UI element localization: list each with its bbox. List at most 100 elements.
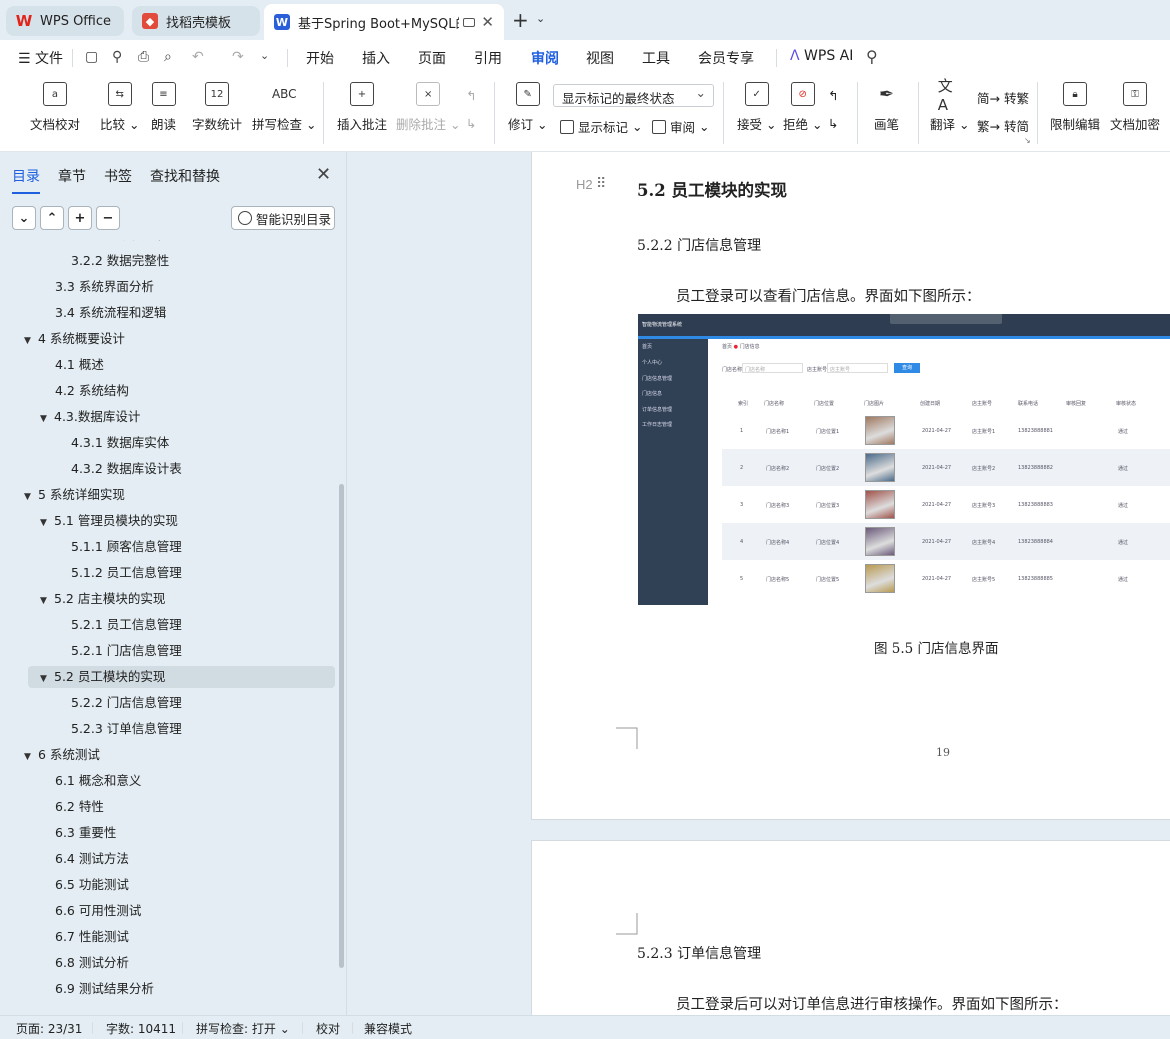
toc-item[interactable]: ▼ 5.2 员工模块的实现 — [28, 666, 335, 688]
heading-2[interactable]: 5.2 员工模块的实现 — [637, 177, 787, 201]
menu-member[interactable]: 会员专享 — [698, 48, 754, 68]
heading-3[interactable]: 5.2.2 门店信息管理 — [637, 235, 761, 255]
toc-item[interactable]: 6.3 重要性 — [55, 822, 116, 844]
toc-item[interactable]: ▼ 5.2 店主模块的实现 — [40, 588, 165, 610]
close-pane-icon[interactable]: ✕ — [316, 164, 331, 185]
restrict-editing-button[interactable]: 🔒︎ 限制编辑 — [1050, 82, 1100, 133]
expand-triangle-icon[interactable]: ▼ — [40, 512, 54, 534]
insert-comment-button[interactable]: + 插入批注 — [337, 82, 387, 133]
promote-heading-button[interactable]: + — [68, 206, 92, 230]
quick-access-more-icon[interactable]: ⌄ — [260, 49, 269, 62]
toc-item[interactable]: 6.2 特性 — [55, 796, 104, 818]
review-pane-button[interactable]: 审阅 ⌄ — [652, 117, 709, 136]
toc-item[interactable]: 5.2.1 门店信息管理 — [71, 640, 182, 662]
toc-item[interactable]: 6.5 功能测试 — [55, 874, 129, 896]
show-markup-button[interactable]: 显示标记 ⌄ — [560, 117, 642, 136]
toc-item[interactable]: 5.1.1 顾客信息管理 — [71, 536, 182, 558]
close-tab-icon[interactable]: ✕ — [481, 13, 494, 31]
menu-review[interactable]: 审阅 — [531, 48, 559, 77]
collapse-all-button[interactable]: ⌃ — [40, 206, 64, 230]
toc-item[interactable]: ▼ 4.3.数据库设计 — [40, 406, 140, 428]
toc-item[interactable]: 6.9 测试结果分析 — [55, 978, 154, 1000]
compat-mode-indicator[interactable]: 兼容模式 — [364, 1020, 412, 1037]
expand-triangle-icon[interactable]: ▼ — [24, 746, 38, 768]
nav-tab-toc[interactable]: 目录 — [12, 166, 40, 194]
next-change-icon[interactable]: ↳ — [828, 116, 838, 131]
toc-item[interactable]: 5.2.3 订单信息管理 — [71, 718, 182, 740]
file-menu[interactable]: ☰ 文件 — [18, 48, 63, 68]
prev-comment-icon[interactable]: ↰ — [466, 88, 476, 103]
expand-triangle-icon[interactable]: ▼ — [24, 330, 38, 352]
spell-check-button[interactable]: ABC 拼写检查 ⌄ — [252, 82, 316, 133]
next-comment-icon[interactable]: ↳ — [466, 116, 476, 131]
compare-button[interactable]: ⇆ 比较 ⌄ — [100, 82, 139, 133]
toc-item[interactable]: 6.6 可用性测试 — [55, 900, 141, 922]
tab-document[interactable]: W 基于Spring Boot+MySQL的 ✕ — [264, 4, 504, 40]
search-icon[interactable]: ⚲ — [866, 47, 878, 66]
expand-all-button[interactable]: ⌄ — [12, 206, 36, 230]
toc-item[interactable]: 3.2.1 系统安全性 — [71, 240, 169, 246]
prev-change-icon[interactable]: ↰ — [828, 88, 838, 103]
expand-triangle-icon[interactable]: ▼ — [40, 590, 54, 612]
reject-button[interactable]: ⊘ 拒绝 ⌄ — [783, 82, 822, 133]
toc-item[interactable]: 5.1.2 员工信息管理 — [71, 562, 182, 584]
print-preview-icon[interactable]: ⌕ — [164, 49, 172, 65]
translate-button[interactable]: 文A 翻译 ⌄ — [930, 77, 969, 133]
expand-triangle-icon[interactable]: ▼ — [40, 408, 54, 430]
toc-item[interactable]: ▼ 4 系统概要设计 — [24, 328, 125, 350]
toc-item[interactable]: 3.4 系统流程和逻辑 — [55, 302, 166, 324]
toc-item[interactable]: 3.2.2 数据完整性 — [71, 250, 169, 272]
heading-3[interactable]: 5.2.3 订单信息管理 — [637, 943, 761, 963]
toc-item[interactable]: 6.8 测试分析 — [55, 952, 129, 974]
monitor-icon[interactable] — [463, 17, 476, 27]
toc-item[interactable]: 5.2.1 员工信息管理 — [71, 614, 182, 636]
doc-check-button[interactable]: a 文档校对 — [30, 82, 80, 133]
print-icon[interactable]: ⎙ — [138, 49, 149, 65]
word-count-button[interactable]: 12 字数统计 — [192, 82, 242, 133]
track-changes-button[interactable]: ✎ 修订 ⌄ — [508, 82, 547, 133]
smart-toc-button[interactable]: 智能识别目录 — [231, 206, 335, 230]
tab-wps-office[interactable]: W WPS Office — [6, 6, 124, 36]
wps-ai-button[interactable]: ᐱ WPS AI — [790, 48, 853, 64]
tab-daoke-templates[interactable]: ◆ 找稻壳模板 — [132, 6, 260, 36]
spell-check-indicator[interactable]: 拼写检查: 打开 ⌄ — [196, 1020, 290, 1037]
tab-list-chevron-icon[interactable]: ⌄ — [536, 12, 545, 25]
pen-button[interactable]: ✒ 画笔 — [874, 82, 899, 133]
delete-comment-button[interactable]: × 删除批注 ⌄ — [396, 82, 460, 133]
demote-heading-button[interactable]: − — [96, 206, 120, 230]
toc-item[interactable]: 6.7 性能测试 — [55, 926, 129, 948]
menu-view[interactable]: 视图 — [586, 48, 614, 68]
toc-item[interactable]: 6.1 概念和意义 — [55, 770, 141, 792]
nav-tab-sections[interactable]: 章节 — [58, 166, 86, 186]
toc-item[interactable]: 5.2.2 门店信息管理 — [71, 692, 182, 714]
menu-page[interactable]: 页面 — [418, 48, 446, 68]
body-paragraph[interactable]: 员工登录后可以对订单信息进行审核操作。界面如下图所示： — [676, 993, 1068, 1014]
toc-item[interactable]: 4.3.2 数据库设计表 — [71, 458, 182, 480]
toc-item[interactable]: ▼ 5.1 管理员模块的实现 — [40, 510, 178, 532]
body-paragraph[interactable]: 员工登录可以查看门店信息。界面如下图所示： — [676, 285, 981, 306]
proofread-indicator[interactable]: 校对 — [316, 1020, 340, 1037]
toc-item[interactable]: ▼ 6 系统测试 — [24, 744, 100, 766]
redo-icon[interactable]: ↷ — [232, 49, 244, 65]
store-info-screenshot-figure[interactable]: 智能物流管理系统 首页 个人中心 门店信息管理 门店信息 订单信息管理 工作日志管理 首页… — [638, 314, 1170, 605]
drag-handle-icon[interactable]: ⠿ — [596, 175, 606, 192]
to-simplified-button[interactable]: 繁→ 转简 — [977, 116, 1029, 135]
toc-item[interactable]: 3.3 系统界面分析 — [55, 276, 154, 298]
toc-item[interactable]: ▼ 5 系统详细实现 — [24, 484, 125, 506]
menu-tools[interactable]: 工具 — [642, 48, 670, 68]
encrypt-doc-button[interactable]: ⚿ 文档加密 — [1110, 82, 1160, 133]
to-traditional-button[interactable]: 简→ 转繁 — [977, 88, 1029, 107]
menu-start[interactable]: 开始 — [306, 48, 334, 68]
toc-item[interactable]: 6.4 测试方法 — [55, 848, 129, 870]
markup-mode-select[interactable]: 显示标记的最终状态 — [553, 84, 714, 107]
menu-insert[interactable]: 插入 — [362, 48, 390, 68]
menu-reference[interactable]: 引用 — [474, 48, 502, 68]
word-count-indicator[interactable]: 字数: 10411 — [106, 1020, 176, 1037]
toc-item[interactable]: 4.1 概述 — [55, 354, 104, 376]
nav-scrollbar[interactable] — [339, 484, 344, 968]
share-icon[interactable]: ⚲ — [112, 49, 122, 65]
nav-tab-bookmarks[interactable]: 书签 — [104, 166, 132, 186]
toc-item[interactable]: 4.3.1 数据库实体 — [71, 432, 169, 454]
read-aloud-button[interactable]: ≡ 朗读 — [151, 82, 176, 133]
page-indicator[interactable]: 页面: 23/31 — [16, 1020, 82, 1037]
